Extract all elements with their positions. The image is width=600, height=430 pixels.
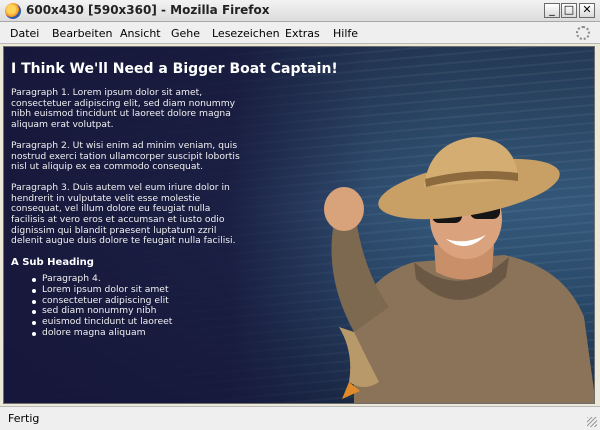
list-item: Lorem ipsum dolor sit amet — [32, 284, 251, 296]
fisherman-photo — [324, 137, 594, 403]
menu-bar: Datei Bearbeiten Ansicht Gehe Lesezeiche… — [0, 22, 600, 44]
menu-extras[interactable]: Extras — [285, 27, 320, 40]
status-bar: Fertig — [0, 406, 600, 430]
minimize-button[interactable]: _ — [544, 3, 560, 18]
close-button[interactable]: ✕ — [579, 3, 595, 18]
resize-grip-icon[interactable] — [587, 417, 597, 427]
page-viewport[interactable]: I Think We'll Need a Bigger Boat Captain… — [3, 46, 595, 404]
menu-bearbeiten[interactable]: Bearbeiten — [52, 27, 112, 40]
menu-hilfe[interactable]: Hilfe — [333, 27, 358, 40]
page-title: I Think We'll Need a Bigger Boat Captain… — [11, 61, 338, 77]
maximize-button[interactable]: □ — [561, 3, 577, 18]
page-content: I Think We'll Need a Bigger Boat Captain… — [11, 61, 338, 339]
menu-ansicht[interactable]: Ansicht — [120, 27, 161, 40]
paragraph-1: Paragraph 1. Lorem ipsum dolor sit amet,… — [11, 87, 236, 131]
list-item: dolore magna aliquam — [32, 327, 251, 339]
loading-throbber-icon — [576, 26, 590, 40]
menu-datei[interactable]: Datei — [10, 27, 39, 40]
paragraph-3: Paragraph 3. Duis autem vel eum iriure d… — [11, 181, 236, 247]
status-text: Fertig — [8, 412, 40, 425]
menu-gehe[interactable]: Gehe — [171, 27, 200, 40]
bullet-list: Paragraph 4. Lorem ipsum dolor sit amet … — [32, 273, 251, 339]
window-title: 600x430 [590x360] - Mozilla Firefox — [26, 3, 270, 17]
paragraph-2: Paragraph 2. Ut wisi enim ad minim venia… — [11, 139, 240, 173]
window-titlebar[interactable]: 600x430 [590x360] - Mozilla Firefox _ □ … — [0, 0, 600, 22]
menu-lesezeichen[interactable]: Lesezeichen — [212, 27, 280, 40]
firefox-icon — [5, 3, 21, 19]
sub-heading: A Sub Heading — [11, 257, 94, 269]
